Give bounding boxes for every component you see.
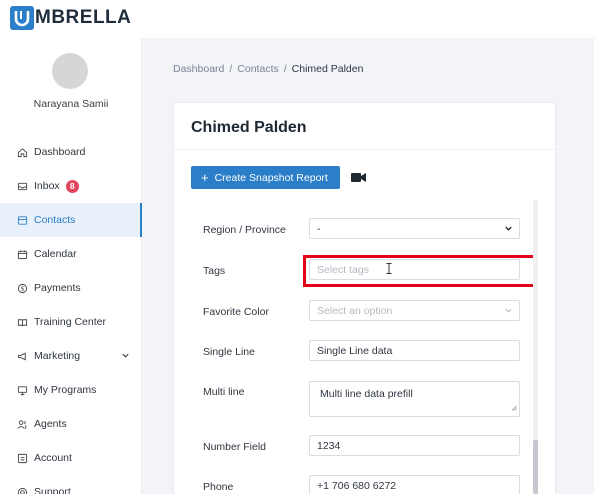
monitor-icon — [16, 384, 28, 396]
create-snapshot-report-button[interactable]: + Create Snapshot Report — [191, 166, 340, 189]
page-title: Chimed Palden — [191, 119, 307, 136]
single-line-input[interactable]: Single Line data — [309, 340, 520, 361]
text-cursor-icon — [386, 263, 392, 277]
logo-text: MBRELLA — [35, 7, 132, 28]
svg-text:$: $ — [20, 285, 24, 292]
single-line-value: Single Line data — [317, 344, 393, 357]
avatar[interactable] — [52, 53, 88, 89]
dollar-icon: $ — [16, 282, 28, 294]
calendar-icon — [16, 248, 28, 260]
sidebar-item-contacts[interactable]: Contacts — [0, 203, 142, 237]
sidebar-item-label: Training Center — [34, 316, 106, 328]
divider — [174, 149, 557, 150]
sidebar-item-my-programs[interactable]: My Programs — [0, 373, 142, 407]
breadcrumb-link-dashboard[interactable]: Dashboard — [173, 63, 224, 75]
sidebar-item-label: Agents — [34, 418, 67, 430]
inbox-count-badge: 8 — [65, 179, 79, 193]
number-input[interactable]: 1234 — [309, 435, 520, 456]
favorite-color-label: Favorite Color — [203, 306, 269, 318]
user-name: Narayana Samii — [33, 98, 109, 110]
agents-icon — [16, 418, 28, 430]
chevron-down-icon — [504, 224, 513, 236]
chevron-down-icon — [504, 306, 513, 318]
sidebar-item-label: Dashboard — [34, 146, 86, 158]
scrollbar-thumb[interactable] — [533, 440, 538, 494]
contacts-icon — [16, 214, 28, 226]
sidebar-item-label: Calendar — [34, 248, 77, 260]
multi-line-label: Multi line — [203, 386, 245, 398]
sidebar-item-label: Payments — [34, 282, 81, 294]
main-content: Dashboard / Contacts / Chimed Palden Chimed … — [142, 38, 594, 494]
home-icon — [16, 146, 28, 158]
logo[interactable]: MBRELLA — [10, 6, 131, 30]
breadcrumb-separator: / — [229, 63, 233, 75]
contact-form: Region / Province - Tags Select tags Fav… — [191, 203, 541, 494]
sidebar: Narayana Samii Dashboard Inbox 8 Contact… — [0, 38, 142, 494]
sidebar-item-label: My Programs — [34, 384, 97, 396]
favorite-color-placeholder: Select an option — [317, 304, 393, 317]
account-icon — [16, 452, 28, 464]
region-value: - — [317, 222, 321, 235]
phone-label: Phone — [203, 481, 234, 493]
breadcrumb-link-contacts[interactable]: Contacts — [237, 63, 278, 75]
phone-input[interactable]: +1 706 680 6272 — [309, 475, 520, 494]
sidebar-item-payments[interactable]: $ Payments — [0, 271, 142, 305]
sidebar-item-label: Contacts — [34, 214, 76, 226]
breadcrumb: Dashboard / Contacts / Chimed Palden — [173, 63, 363, 75]
sidebar-item-dashboard[interactable]: Dashboard — [0, 135, 142, 169]
chevron-down-icon[interactable] — [121, 351, 130, 363]
sidebar-nav: Dashboard Inbox 8 Contacts Calendar $ Pa… — [0, 135, 142, 494]
contact-card: Chimed Palden + Create Snapshot Report R… — [173, 102, 557, 494]
umbrella-u-icon — [10, 6, 34, 30]
sidebar-item-marketing[interactable]: Marketing — [0, 339, 142, 373]
top-bar: MBRELLA — [0, 0, 594, 38]
megaphone-icon — [16, 350, 28, 362]
inbox-icon — [16, 180, 28, 192]
sidebar-item-account[interactable]: Account — [0, 441, 142, 475]
multi-line-textarea[interactable]: Multi line data prefill — [309, 381, 520, 417]
tags-label: Tags — [203, 265, 226, 277]
breadcrumb-current: Chimed Palden — [291, 63, 364, 75]
breadcrumb-separator: / — [283, 63, 287, 75]
video-camera-icon[interactable] — [351, 172, 366, 186]
favorite-color-select[interactable]: Select an option — [309, 300, 520, 321]
resize-handle-icon[interactable] — [511, 402, 517, 414]
sidebar-item-support[interactable]: Support — [0, 475, 142, 494]
book-icon — [16, 316, 28, 328]
support-icon — [16, 486, 28, 494]
button-label: Create Snapshot Report — [214, 171, 328, 184]
form-scrollbar[interactable] — [533, 200, 538, 494]
sidebar-item-label: Account — [34, 452, 72, 464]
plus-icon: + — [201, 170, 209, 185]
region-select[interactable]: - — [309, 218, 520, 239]
sidebar-item-calendar[interactable]: Calendar — [0, 237, 142, 271]
number-value: 1234 — [317, 439, 341, 452]
sidebar-item-agents[interactable]: Agents — [0, 407, 142, 441]
number-field-label: Number Field — [203, 441, 267, 453]
sidebar-item-label: Support — [34, 486, 71, 494]
region-label: Region / Province — [203, 224, 286, 236]
single-line-label: Single Line — [203, 346, 255, 358]
phone-value: +1 706 680 6272 — [317, 479, 397, 492]
sidebar-item-inbox[interactable]: Inbox 8 — [0, 169, 142, 203]
highlight-box — [303, 255, 536, 287]
sidebar-item-training-center[interactable]: Training Center — [0, 305, 142, 339]
sidebar-item-label: Marketing — [34, 350, 81, 362]
multi-line-value: Multi line data prefill — [320, 388, 413, 400]
sidebar-item-label: Inbox — [34, 180, 60, 192]
